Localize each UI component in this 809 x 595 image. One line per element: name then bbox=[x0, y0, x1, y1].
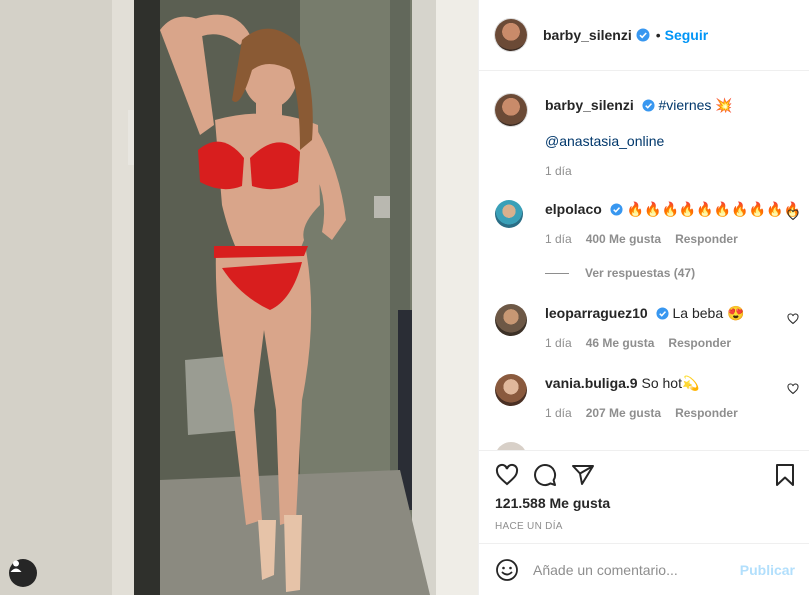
publish-button[interactable]: Publicar bbox=[740, 562, 795, 578]
verified-icon bbox=[642, 99, 655, 112]
caption: barby_silenzi #viernes 💥 @anastasia_onli… bbox=[495, 94, 809, 180]
heart-icon[interactable] bbox=[495, 463, 519, 487]
comment-avatar[interactable] bbox=[495, 200, 523, 228]
reply-button[interactable]: Responder bbox=[675, 230, 738, 248]
comment-item: elpolaco 🔥🔥🔥🔥🔥🔥🔥🔥🔥🔥 1 día 400 Me gusta R… bbox=[495, 200, 809, 248]
comment-likes[interactable]: 46 Me gusta bbox=[586, 334, 655, 352]
comment-body: elpolaco 🔥🔥🔥🔥🔥🔥🔥🔥🔥🔥 1 día 400 Me gusta R… bbox=[545, 200, 801, 248]
separator-dot: • bbox=[655, 27, 661, 43]
comment-time[interactable]: 1 día bbox=[545, 404, 572, 422]
comment-like-icon[interactable] bbox=[787, 209, 799, 221]
verified-icon bbox=[636, 28, 650, 42]
comment-time[interactable]: 1 día bbox=[545, 230, 572, 248]
caption-time[interactable]: 1 día bbox=[545, 162, 572, 180]
comment-likes[interactable]: 400 Me gusta bbox=[586, 230, 661, 248]
caption-body: barby_silenzi #viernes 💥 @anastasia_onli… bbox=[545, 94, 733, 180]
comment-avatar[interactable] bbox=[495, 374, 527, 406]
user-tag-button[interactable] bbox=[9, 559, 37, 587]
comment-username[interactable]: leoparraguez10 bbox=[545, 305, 648, 321]
emoji-icon[interactable] bbox=[495, 558, 519, 582]
author-username[interactable]: barby_silenzi bbox=[543, 27, 632, 43]
replies-divider bbox=[545, 272, 569, 274]
post-side-panel: barby_silenzi • Seguir barby_silenzi #vi… bbox=[478, 0, 809, 595]
share-icon[interactable] bbox=[571, 463, 595, 487]
post-modal: barby_silenzi • Seguir barby_silenzi #vi… bbox=[0, 0, 809, 595]
caption-username[interactable]: barby_silenzi bbox=[545, 97, 634, 113]
verified-icon bbox=[610, 203, 623, 216]
comment-input[interactable] bbox=[533, 561, 723, 578]
comment-like-icon[interactable] bbox=[787, 313, 799, 325]
post-photo[interactable] bbox=[0, 0, 478, 595]
comment-body: vania.buliga.9 So hot💫 1 día 207 Me gust… bbox=[545, 374, 738, 422]
comments-list: barby_silenzi #viernes 💥 @anastasia_onli… bbox=[479, 72, 809, 450]
comment-icon[interactable] bbox=[533, 463, 557, 487]
comment-text: La beba 😍 bbox=[672, 305, 745, 321]
comment-text: So hot💫 bbox=[641, 375, 700, 391]
action-icons bbox=[495, 463, 595, 487]
comment-item: leoparraguez10 La beba 😍 1 día 46 Me gus… bbox=[495, 304, 809, 352]
caption-hashtag[interactable]: #viernes bbox=[658, 97, 711, 113]
comment-body: leoparraguez10 La beba 😍 1 día 46 Me gus… bbox=[545, 304, 744, 352]
likes-count[interactable]: 121.588 Me gusta bbox=[495, 495, 610, 511]
view-replies-button[interactable]: Ver respuestas (47) bbox=[545, 266, 695, 280]
reply-button[interactable]: Responder bbox=[668, 334, 731, 352]
follow-button[interactable]: Seguir bbox=[665, 27, 709, 43]
caption-emoji: 💥 bbox=[715, 97, 733, 113]
caption-avatar[interactable] bbox=[495, 94, 527, 126]
comment-avatar[interactable] bbox=[495, 304, 527, 336]
comment-likes[interactable]: 207 Me gusta bbox=[586, 404, 661, 422]
post-actions: 121.588 Me gusta Hace un día bbox=[479, 450, 809, 543]
comment-text: 🔥🔥🔥🔥🔥🔥🔥🔥🔥🔥 bbox=[626, 201, 801, 217]
save-icon[interactable] bbox=[773, 463, 797, 487]
author-avatar[interactable] bbox=[495, 19, 527, 51]
comment-username[interactable]: vania.buliga.9 bbox=[545, 375, 638, 391]
comment-username[interactable]: elpolaco bbox=[545, 201, 602, 217]
add-comment-bar: Publicar bbox=[479, 543, 809, 595]
caption-mention[interactable]: @anastasia_online bbox=[545, 133, 664, 149]
verified-icon bbox=[656, 307, 669, 320]
comment-item: vania.buliga.9 So hot💫 1 día 207 Me gust… bbox=[495, 374, 809, 422]
reply-button[interactable]: Responder bbox=[675, 404, 738, 422]
post-header: barby_silenzi • Seguir bbox=[479, 0, 809, 71]
post-timestamp[interactable]: Hace un día bbox=[495, 521, 563, 532]
photo-illustration bbox=[0, 0, 478, 595]
user-tag-icon bbox=[10, 560, 22, 572]
comment-time[interactable]: 1 día bbox=[545, 334, 572, 352]
view-replies-label: Ver respuestas (47) bbox=[585, 266, 696, 280]
comment-like-icon[interactable] bbox=[787, 383, 799, 395]
comment-avatar-partial[interactable] bbox=[495, 442, 527, 450]
